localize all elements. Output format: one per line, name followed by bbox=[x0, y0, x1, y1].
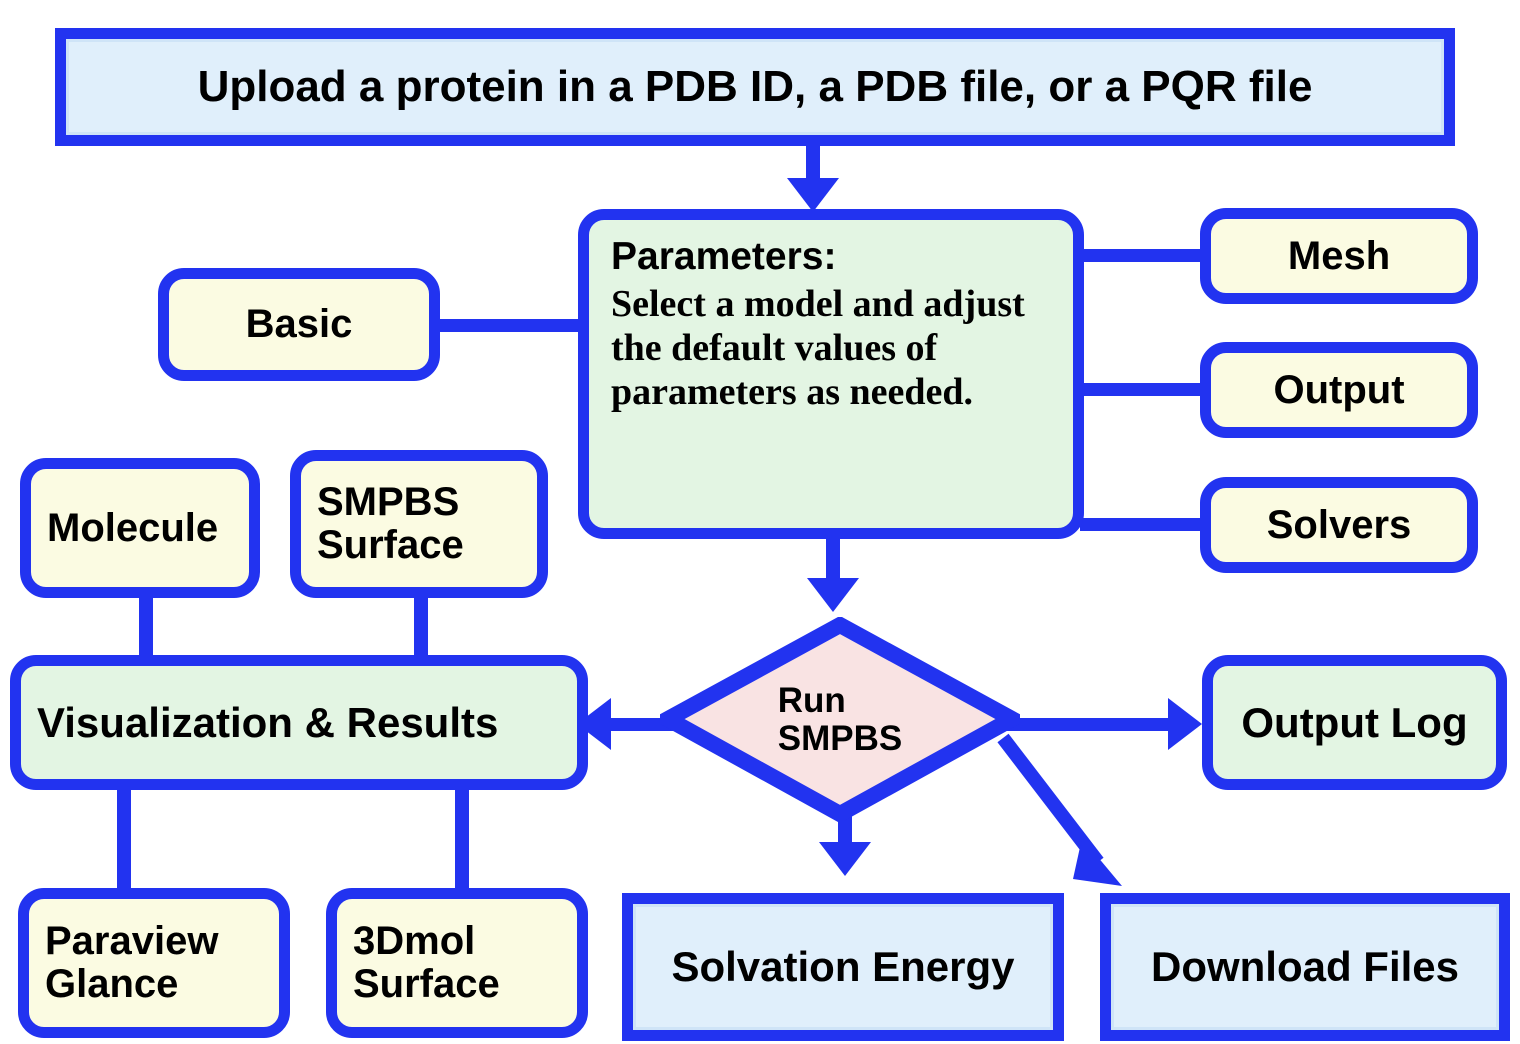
node-paraview-glance-label: Paraview Glance bbox=[45, 918, 219, 1006]
node-output-log[interactable]: Output Log bbox=[1202, 655, 1507, 790]
node-molecule[interactable]: Molecule bbox=[20, 458, 260, 598]
node-solvers[interactable]: Solvers bbox=[1200, 477, 1478, 573]
connector-molecule-to-visualization bbox=[139, 595, 153, 663]
node-download-files-label: Download Files bbox=[1150, 943, 1460, 990]
node-parameters-content: Parameters: Select a model and adjust th… bbox=[589, 220, 1073, 414]
connector-smpbs-surface-to-visualization bbox=[414, 595, 428, 663]
node-paraview-glance[interactable]: Paraview Glance bbox=[18, 888, 290, 1038]
node-smpbs-surface[interactable]: SMPBS Surface bbox=[290, 450, 548, 598]
node-basic-label: Basic bbox=[245, 302, 353, 346]
arrowhead-parameters-to-run bbox=[807, 578, 859, 612]
flowchart-canvas: Upload a protein in a PDB ID, a PDB file… bbox=[0, 0, 1520, 1044]
node-3dmol-surface-label: 3Dmol Surface bbox=[353, 918, 500, 1006]
node-output-label: Output bbox=[1273, 367, 1405, 412]
node-output-log-label: Output Log bbox=[1241, 698, 1468, 746]
connector-visualization-to-3dmol bbox=[455, 783, 469, 893]
node-download-files[interactable]: Download Files bbox=[1100, 893, 1510, 1041]
arrowhead-upload-to-parameters bbox=[787, 178, 839, 212]
node-mesh[interactable]: Mesh bbox=[1200, 208, 1478, 304]
node-upload-protein-label: Upload a protein in a PDB ID, a PDB file… bbox=[197, 62, 1313, 111]
node-visualization-results-label: Visualization & Results bbox=[37, 698, 499, 746]
node-visualization-results[interactable]: Visualization & Results bbox=[10, 655, 588, 790]
node-solvation-energy-label: Solvation Energy bbox=[671, 943, 1015, 990]
node-parameters-title: Parameters: bbox=[611, 235, 837, 278]
node-basic[interactable]: Basic bbox=[158, 268, 440, 381]
node-run-smpbs[interactable]: Run SMPBS bbox=[660, 617, 1020, 822]
run-smpbs-diamond-shape bbox=[660, 617, 1020, 822]
node-output[interactable]: Output bbox=[1200, 342, 1478, 438]
node-parameters[interactable]: Parameters: Select a model and adjust th… bbox=[578, 209, 1084, 539]
node-solvers-label: Solvers bbox=[1266, 502, 1412, 547]
node-solvation-energy[interactable]: Solvation Energy bbox=[622, 893, 1064, 1041]
node-3dmol-surface[interactable]: 3Dmol Surface bbox=[326, 888, 588, 1038]
node-upload-protein[interactable]: Upload a protein in a PDB ID, a PDB file… bbox=[55, 28, 1455, 146]
connector-visualization-to-paraview bbox=[117, 783, 131, 893]
node-molecule-label: Molecule bbox=[47, 505, 219, 550]
node-parameters-body: Select a model and adjust the default va… bbox=[611, 283, 1025, 414]
arrowhead-run-to-solvation-energy bbox=[819, 842, 871, 876]
node-mesh-label: Mesh bbox=[1287, 233, 1391, 278]
arrowhead-run-to-output-log bbox=[1168, 698, 1202, 750]
node-smpbs-surface-label: SMPBS Surface bbox=[317, 479, 464, 567]
